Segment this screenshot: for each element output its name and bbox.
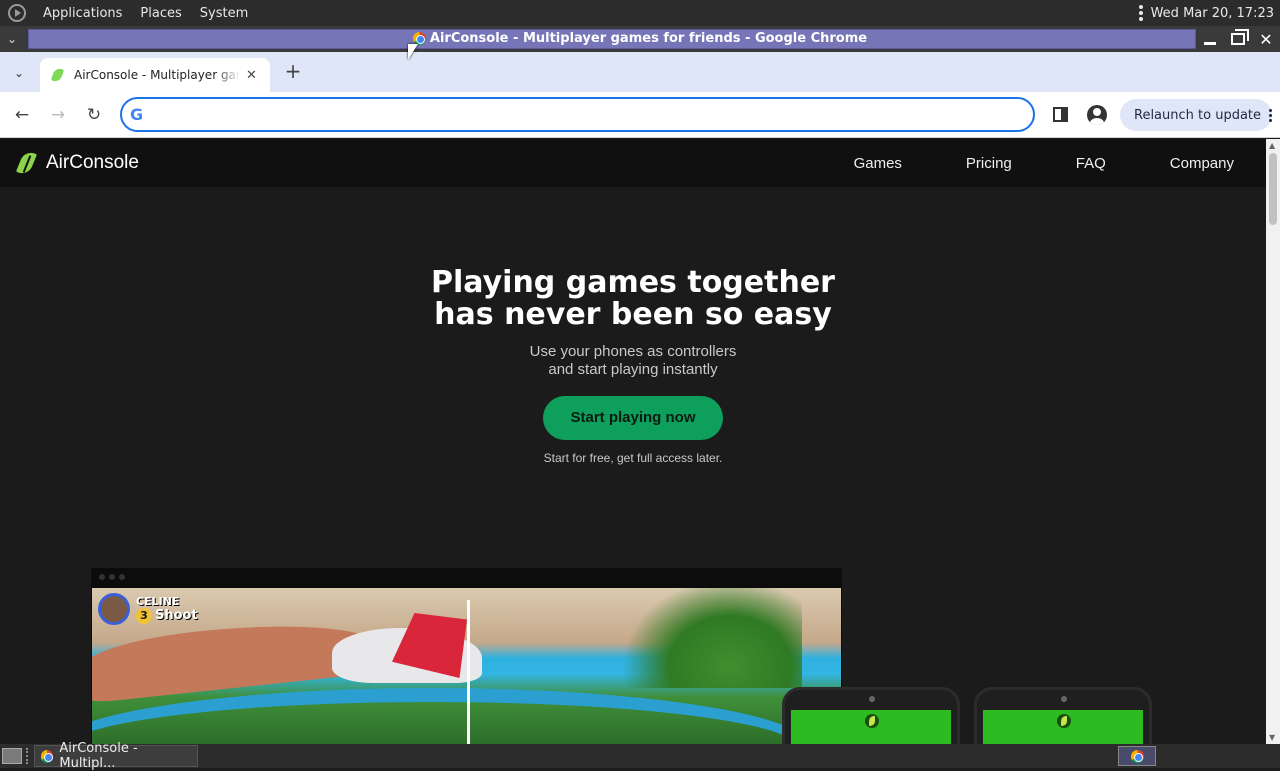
scroll-up-icon[interactable]: ▲ — [1269, 141, 1275, 150]
nav-link-pricing[interactable]: Pricing — [966, 155, 1012, 172]
shot-action: Shoot — [155, 608, 198, 623]
os-menu-system[interactable]: System — [191, 6, 257, 21]
page-scrollbar[interactable]: ▲ ▼ — [1266, 139, 1280, 744]
cta-note: Start for free, get full access later. — [543, 451, 723, 465]
window-title: AirConsole - Multiplayer games for frien… — [0, 31, 1280, 46]
hero-title-line-2: has never been so easy — [434, 297, 832, 332]
hero-section: Playing games together has never been so… — [0, 187, 1266, 466]
show-desktop-icon[interactable] — [2, 748, 22, 764]
close-window-button[interactable]: ✕ — [1256, 29, 1276, 49]
hero-title-line-1: Playing games together — [431, 265, 835, 300]
web-page: AirConsole Games Pricing FAQ Company Pla… — [0, 139, 1266, 744]
hero-subtitle-line-1: Use your phones as controllers — [529, 343, 737, 360]
phone-controller-2 — [974, 687, 1152, 744]
panel-handle-icon[interactable] — [1138, 5, 1143, 21]
os-taskbar: AirConsole - Multipl... — [0, 741, 1280, 771]
hero-subtitle: Use your phones as controllers and start… — [0, 343, 1266, 379]
taskbar-item-label: AirConsole - Multipl... — [59, 741, 138, 771]
phone-camera — [869, 696, 875, 702]
maximize-icon — [1231, 29, 1249, 45]
game-hud: CELINE 3 Shoot — [98, 593, 198, 625]
new-tab-plus-icon[interactable]: + — [282, 59, 304, 83]
start-playing-button[interactable]: Start playing now — [543, 396, 723, 440]
shot-count: 3 — [136, 607, 152, 624]
os-clock[interactable]: Wed Mar 20, 17:23 — [1151, 6, 1274, 21]
taskbar-separator — [26, 748, 30, 764]
os-menu-logo-icon[interactable] — [8, 4, 26, 22]
scroll-down-icon[interactable]: ▼ — [1269, 733, 1275, 742]
maximize-button[interactable] — [1228, 29, 1249, 49]
game-screenshot: CELINE 3 Shoot — [92, 588, 841, 744]
site-logo[interactable]: AirConsole — [16, 150, 139, 176]
phone-screen — [791, 710, 951, 744]
profile-avatar-icon[interactable] — [1087, 105, 1107, 125]
game-preview: CELINE 3 Shoot — [91, 568, 842, 744]
minimize-icon — [1204, 41, 1216, 45]
phone-screen — [983, 710, 1143, 744]
brand-name: AirConsole — [46, 152, 139, 173]
chrome-menu-kebab-icon — [1269, 108, 1272, 122]
scene-palm — [622, 588, 802, 688]
reload-icon[interactable]: ↻ — [83, 104, 105, 126]
os-menu-applications[interactable]: Applications — [34, 6, 131, 21]
address-bar[interactable]: G — [120, 97, 1035, 132]
os-menu-places[interactable]: Places — [131, 6, 190, 21]
phone-controller-1 — [782, 687, 960, 744]
taskbar-item-chrome[interactable]: AirConsole - Multipl... — [34, 741, 198, 771]
close-icon: ✕ — [1259, 29, 1273, 49]
relaunch-to-update-button[interactable]: Relaunch to update — [1120, 99, 1272, 131]
os-top-panel: Applications Places System Wed Mar 20, 1… — [0, 0, 1280, 26]
airconsole-leaf-icon — [16, 150, 38, 176]
scrollbar-thumb[interactable] — [1269, 153, 1277, 225]
relaunch-label: Relaunch to update — [1134, 107, 1262, 123]
phone-leaf-icon — [1057, 714, 1071, 728]
browser-toolbar: ← → ↻ G Relaunch to update — [0, 92, 1280, 138]
hero-title: Playing games together has never been so… — [0, 267, 1266, 331]
chrome-icon — [41, 749, 54, 763]
shot-indicator: 3 Shoot — [136, 607, 198, 624]
mouse-cursor-icon — [408, 44, 418, 60]
address-input[interactable] — [156, 106, 1033, 123]
nav-link-games[interactable]: Games — [854, 155, 902, 172]
player-name: CELINE — [136, 594, 180, 608]
hero-subtitle-line-2: and start playing instantly — [548, 361, 718, 378]
tab-search-chevron-icon[interactable]: ⌄ — [8, 62, 30, 84]
forward-arrow-icon[interactable]: → — [47, 104, 69, 126]
chrome-icon — [1130, 749, 1144, 763]
player-avatar — [98, 593, 130, 625]
tab-strip: ⌄ AirConsole - Multiplayer games for fri… — [0, 52, 1280, 92]
tab-airconsole[interactable]: AirConsole - Multiplayer games for frien… — [40, 58, 270, 92]
minimize-button[interactable] — [1200, 29, 1220, 49]
airconsole-favicon-icon — [50, 67, 66, 83]
side-panel-icon[interactable] — [1053, 107, 1068, 122]
phone-camera — [1061, 696, 1067, 702]
preview-window-dots — [99, 574, 125, 580]
nav-link-faq[interactable]: FAQ — [1076, 155, 1106, 172]
tab-title: AirConsole - Multiplayer games for frien… — [74, 68, 240, 82]
nav-link-company[interactable]: Company — [1170, 155, 1234, 172]
window-title-text: AirConsole - Multiplayer games for frien… — [429, 31, 868, 46]
google-g-icon: G — [130, 105, 144, 124]
phone-leaf-icon — [865, 714, 879, 728]
tab-close-icon[interactable]: ✕ — [246, 68, 257, 83]
back-arrow-icon[interactable]: ← — [11, 104, 33, 126]
scene-course-edge — [92, 688, 812, 744]
workspace-switcher[interactable] — [1118, 746, 1156, 766]
site-header: AirConsole Games Pricing FAQ Company — [0, 139, 1266, 187]
window-titlebar[interactable]: ⌄ AirConsole - Multiplayer games for fri… — [0, 26, 1280, 52]
flag-pole — [467, 600, 470, 744]
